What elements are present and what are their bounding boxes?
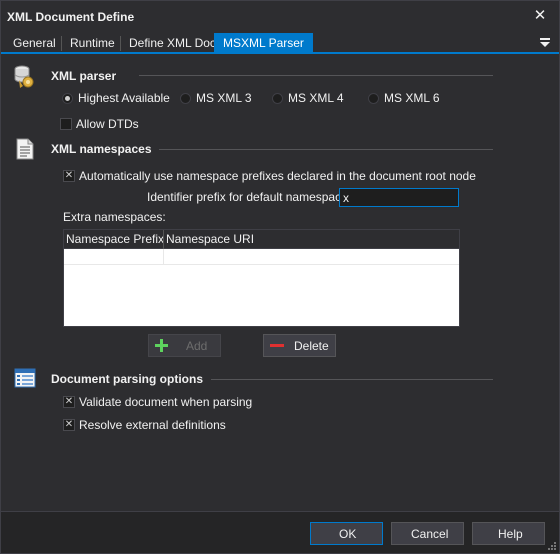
- column-header-uri[interactable]: Namespace URI: [166, 232, 254, 246]
- delete-label: Delete: [294, 339, 329, 353]
- tab-general[interactable]: General: [5, 33, 64, 54]
- xml-namespaces-title: XML namespaces: [51, 142, 152, 156]
- plus-icon: [155, 339, 168, 352]
- help-button[interactable]: Help: [472, 522, 545, 545]
- tab-msxml-parser[interactable]: MSXML Parser: [214, 33, 313, 54]
- xml-parser-title: XML parser: [51, 69, 117, 83]
- table-row[interactable]: [64, 249, 459, 265]
- checkbox-box: ✕: [63, 170, 75, 182]
- radio-label: MS XML 4: [288, 91, 344, 105]
- cancel-button[interactable]: Cancel: [391, 522, 464, 545]
- radio-dot: [272, 93, 283, 104]
- checkbox-box: [60, 118, 72, 130]
- namespaces-table[interactable]: Namespace Prefix Namespace URI: [63, 229, 460, 327]
- tab-bar: General Runtime Define XML Doc MSXML Par…: [1, 33, 559, 54]
- checkbox-box: ✕: [63, 396, 75, 408]
- radio-dot: [180, 93, 191, 104]
- identifier-prefix-label: Identifier prefix for default namespace:: [147, 190, 352, 204]
- extra-namespaces-label: Extra namespaces:: [63, 210, 166, 224]
- document-icon: [16, 138, 34, 160]
- radio-label: Highest Available: [78, 91, 170, 105]
- checkbox-label: Validate document when parsing: [79, 395, 253, 409]
- tab-runtime[interactable]: Runtime: [62, 33, 123, 54]
- radio-label: MS XML 6: [384, 91, 440, 105]
- radio-dot: [62, 93, 73, 104]
- minus-icon: [270, 344, 284, 347]
- ok-label: OK: [339, 527, 357, 541]
- dialog-window: XML Document Define ✕ General Runtime De…: [0, 0, 560, 554]
- section-divider: [139, 75, 493, 76]
- identifier-prefix-input[interactable]: [339, 188, 459, 207]
- window-title: XML Document Define: [7, 10, 135, 24]
- section-divider: [159, 149, 493, 150]
- section-divider: [211, 379, 493, 380]
- database-gear-icon: [14, 65, 34, 88]
- table-header: Namespace Prefix Namespace URI: [64, 230, 459, 249]
- tab-define-xml-doc[interactable]: Define XML Doc: [121, 33, 224, 54]
- list-icon: [14, 368, 36, 388]
- checkbox-label: Automatically use namespace prefixes dec…: [79, 169, 476, 183]
- dropdown-menu-icon[interactable]: [539, 36, 551, 50]
- checkbox-box: ✕: [63, 419, 75, 431]
- checkbox-label: Allow DTDs: [76, 117, 139, 131]
- delete-button[interactable]: Delete: [263, 334, 336, 357]
- close-icon[interactable]: ✕: [531, 7, 549, 25]
- radio-dot: [368, 93, 379, 104]
- parsing-options-title: Document parsing options: [51, 372, 204, 386]
- resize-grip-icon[interactable]: [548, 542, 556, 550]
- add-button[interactable]: Add: [148, 334, 221, 357]
- ok-button[interactable]: OK: [310, 522, 383, 545]
- add-label: Add: [186, 339, 208, 353]
- column-header-prefix[interactable]: Namespace Prefix: [66, 232, 164, 246]
- checkbox-label: Resolve external definitions: [79, 418, 226, 432]
- help-label: Help: [498, 527, 523, 541]
- cancel-label: Cancel: [411, 527, 449, 541]
- title-bar: XML Document Define ✕: [1, 1, 559, 33]
- dialog-footer: OK Cancel Help: [1, 511, 559, 553]
- radio-label: MS XML 3: [196, 91, 252, 105]
